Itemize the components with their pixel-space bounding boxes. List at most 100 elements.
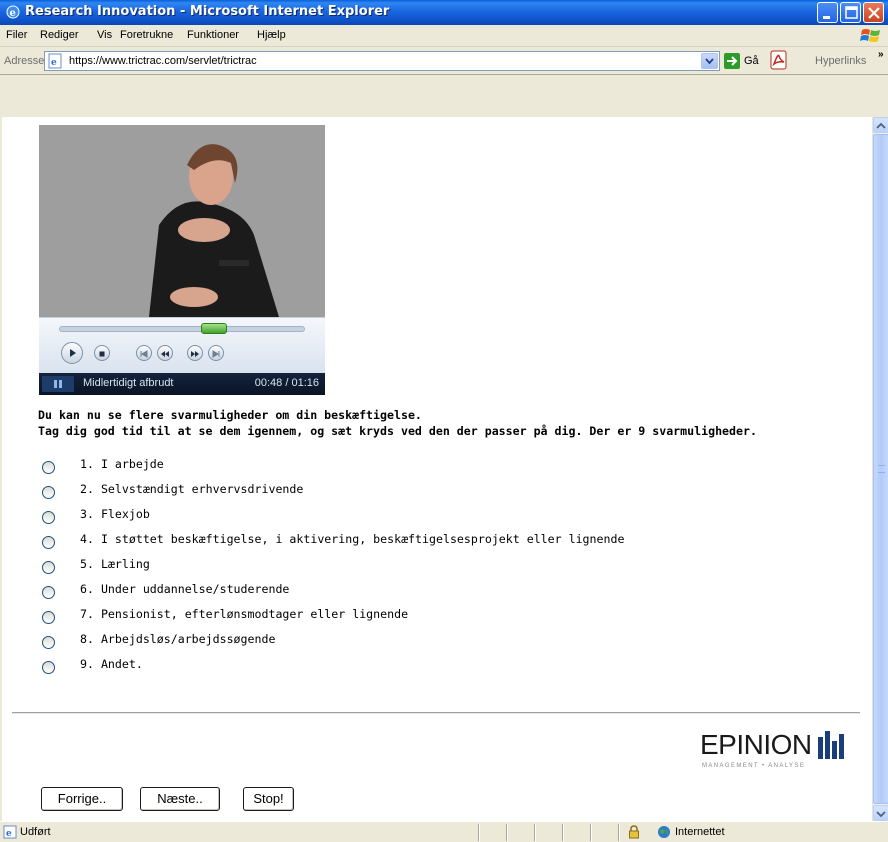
window-title: Research Innovation - Microsoft Internet… [25,4,390,19]
security-zone: Internettet [675,826,725,838]
option-label: 5. Lærling [80,557,150,571]
play-icon [70,349,76,357]
next-track-button[interactable] [208,345,224,361]
minimize-button[interactable] [817,2,838,23]
page-content: Midlertidigt afbrudt 00:48 / 01:16 Du ka… [2,117,872,821]
radio-button[interactable] [42,486,55,499]
radio-button[interactable] [42,636,55,649]
links-toolbar[interactable]: Hyperlinks [815,55,866,67]
go-button[interactable] [724,53,740,69]
vertical-scrollbar[interactable] [872,117,888,821]
status-bar: e Udført Internettet [0,821,888,842]
go-label[interactable]: Gå [744,55,759,67]
menu-foretrukne[interactable]: Foretrukne [120,29,173,41]
logo-bars-icon [818,731,844,759]
player-controls [39,317,325,373]
toolbar-overflow-icon[interactable]: » [878,49,884,60]
menu-hjaelp[interactable]: Hjælp [257,29,286,41]
arrow-right-icon [727,56,738,66]
option-label: 8. Arbejdsløs/arbejdssøgende [80,632,276,646]
menu-filer[interactable]: Filer [6,29,27,41]
epinion-logo: EPINION MANAGEMENT • ANALYSE [700,729,846,773]
fast-forward-button[interactable] [187,345,203,361]
question-line-1: Du kan nu se flere svarmuligheder om din… [38,408,422,422]
rewind-button[interactable] [157,345,173,361]
page-icon: e [48,53,62,69]
option-label: 2. Selvstændigt erhvervsdrivende [80,482,304,496]
address-bar: Adresse e https://www.trictrac.com/servl… [0,47,888,75]
option-6[interactable]: 6. Under uddannelse/studerende [42,582,742,602]
pdf-icon[interactable] [768,49,790,71]
skip-forward-icon [212,350,220,358]
seek-handle[interactable] [200,323,227,334]
skip-back-icon [140,350,148,358]
divider [12,712,860,714]
player-time: 00:48 / 01:16 [254,377,319,389]
chevron-down-icon [705,58,714,65]
logo-wordmark: EPINION [700,729,812,760]
option-3[interactable]: 3. Flexjob [42,507,742,527]
option-7[interactable]: 7. Pensionist, efterlønsmodtager eller l… [42,607,742,627]
lock-icon [629,825,639,839]
radio-button[interactable] [42,536,55,549]
question-text: Du kan nu se flere svarmuligheder om din… [38,407,757,439]
menu-bar: Filer Rediger Vis Foretrukne Funktioner … [0,25,888,47]
radio-button[interactable] [42,561,55,574]
menu-funktioner[interactable]: Funktioner [187,29,239,41]
video-image [39,125,325,317]
option-label: 6. Under uddannelse/studerende [80,582,290,596]
page-done-icon: e [3,825,17,839]
browser-window: e Research Innovation - Microsoft Intern… [0,0,888,842]
chevron-down-icon [876,811,886,818]
previous-button[interactable]: Forrige.. [41,787,123,811]
windows-logo-icon [860,29,880,42]
option-label: 7. Pensionist, efterlønsmodtager eller l… [80,607,409,621]
radio-button[interactable] [42,511,55,524]
video-player: Midlertidigt afbrudt 00:48 / 01:16 [39,125,325,395]
close-button[interactable] [863,2,884,23]
logo-tagline: MANAGEMENT • ANALYSE [702,763,806,769]
pause-indicator-icon [42,376,74,392]
svg-text:e: e [6,829,12,839]
radio-button[interactable] [42,611,55,624]
radio-button[interactable] [42,461,55,474]
maximize-button[interactable] [840,2,861,23]
option-label: 1. I arbejde [80,457,164,471]
rewind-icon [161,351,169,357]
option-2[interactable]: 2. Selvstændigt erhvervsdrivende [42,482,742,502]
video-frame[interactable] [39,125,325,317]
play-button[interactable] [61,342,83,364]
scroll-up-button[interactable] [873,117,888,133]
option-9[interactable]: 9. Andet. [42,657,742,677]
title-bar[interactable]: e Research Innovation - Microsoft Intern… [0,0,888,25]
option-8[interactable]: 8. Arbejdsløs/arbejdssøgende [42,632,742,652]
scroll-down-button[interactable] [873,805,888,821]
globe-icon [658,826,670,838]
fast-forward-icon [191,351,199,357]
option-1[interactable]: 1. I arbejde [42,457,742,477]
stop-playback-button[interactable] [94,345,110,361]
radio-button[interactable] [42,586,55,599]
option-label: 9. Andet. [80,657,143,671]
address-label: Adresse [4,55,45,67]
option-5[interactable]: 5. Lærling [42,557,742,577]
next-button[interactable]: Næste.. [140,787,220,811]
svg-text:e: e [10,8,16,19]
seek-bar[interactable] [59,326,305,332]
status-text: Udført [20,826,51,838]
menu-vis[interactable]: Vis [97,29,112,41]
stop-button[interactable]: Stop! [243,787,294,811]
option-4[interactable]: 4. I støttet beskæftigelse, i aktivering… [42,532,742,552]
question-line-2: Tag dig god tid til at se dem igennem, o… [38,424,757,438]
svg-text:e: e [51,58,57,68]
player-state: Midlertidigt afbrudt [83,377,174,389]
menu-rediger[interactable]: Rediger [40,29,79,41]
scroll-thumb[interactable] [873,134,888,804]
radio-button[interactable] [42,661,55,674]
previous-track-button[interactable] [136,345,152,361]
player-status: Midlertidigt afbrudt 00:48 / 01:16 [39,373,325,395]
address-dropdown-button[interactable] [701,53,718,69]
address-input[interactable]: e https://www.trictrac.com/servlet/trict… [44,51,720,71]
chevron-up-icon [876,122,886,129]
option-label: 4. I støttet beskæftigelse, i aktivering… [80,532,625,546]
